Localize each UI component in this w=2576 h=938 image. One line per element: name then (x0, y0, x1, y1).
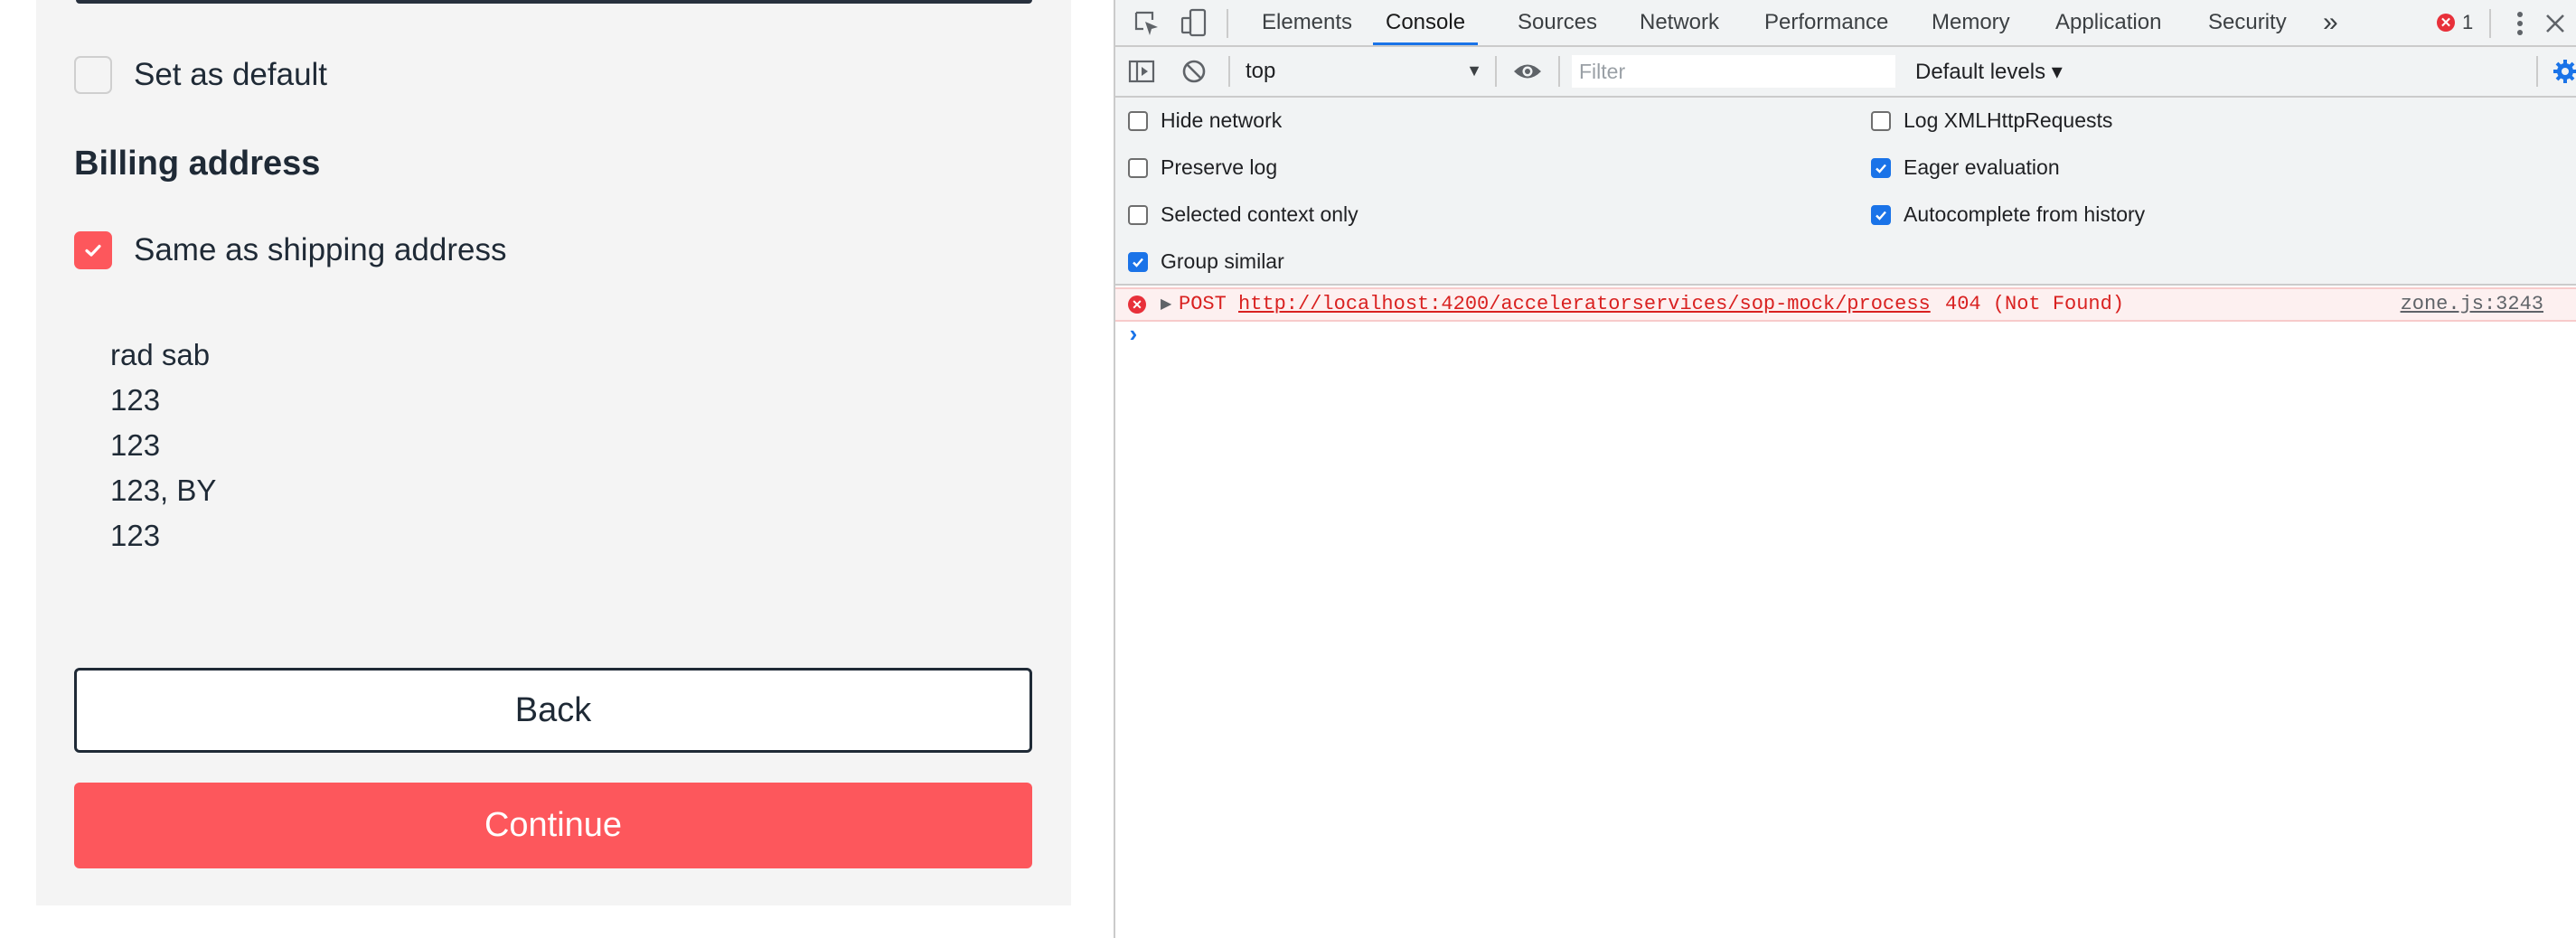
log-xhr-checkbox[interactable] (1871, 110, 1891, 131)
error-status: 404 (Not Found) (1945, 293, 2125, 315)
tab-application[interactable]: Application (2055, 0, 2161, 45)
toolbar-separator (2536, 56, 2538, 87)
back-button[interactable]: Back (74, 668, 1032, 753)
expand-triangle-icon[interactable]: ▶ (1161, 295, 1171, 313)
filter-input[interactable] (1572, 55, 1895, 88)
show-sidebar-icon[interactable] (1126, 56, 1157, 87)
close-icon[interactable] (2542, 11, 2569, 36)
same-as-shipping-checkbox[interactable] (74, 231, 112, 269)
console-prompt[interactable]: › (1126, 322, 1141, 349)
checkout-pane: Set as default Billing address Same as s… (0, 0, 1114, 938)
eager-evaluation-option[interactable]: Eager evaluation (1871, 155, 2060, 180)
error-count: 1 (2462, 11, 2474, 33)
device-toolbar-icon[interactable] (1179, 7, 1209, 40)
selected-context-only-option[interactable]: Selected context only (1128, 202, 1359, 227)
toolbar-separator (1228, 56, 1230, 87)
address-line: 123 (110, 519, 161, 552)
console-settings-gear-icon[interactable] (2552, 58, 2576, 85)
set-default-checkbox[interactable] (74, 56, 112, 94)
error-icon: ✕ (1128, 295, 1146, 314)
selected-context-only-checkbox[interactable] (1128, 204, 1148, 225)
context-value: top (1246, 59, 1276, 83)
previous-input-bottom-edge (76, 0, 1032, 4)
toolbar-separator (1227, 9, 1228, 38)
autocomplete-option[interactable]: Autocomplete from history (1871, 202, 2145, 227)
address-line: 123, BY (110, 474, 217, 507)
checkmark-icon (1876, 164, 1886, 174)
tab-memory[interactable]: Memory (1932, 0, 2010, 45)
autocomplete-label: Autocomplete from history (1904, 202, 2146, 226)
group-similar-label: Group similar (1161, 249, 1284, 273)
error-icon: ✕ (2437, 14, 2455, 32)
tab-console[interactable]: Console (1373, 0, 1479, 45)
eager-evaluation-label: Eager evaluation (1904, 155, 2060, 179)
inspect-element-icon[interactable] (1132, 9, 1162, 38)
checkmark-icon (85, 244, 101, 257)
active-tab-indicator (1373, 42, 1479, 45)
group-similar-option[interactable]: Group similar (1128, 249, 1284, 274)
error-url-link[interactable]: http://localhost:4200/acceleratorservice… (1238, 293, 1931, 315)
tab-security[interactable]: Security (2208, 0, 2287, 45)
error-method: POST (1179, 293, 1227, 315)
console-error-message[interactable]: ✕ ▶ POST http://localhost:4200/accelerat… (1115, 287, 2576, 322)
hide-network-option[interactable]: Hide network (1128, 108, 1282, 133)
kebab-menu-icon[interactable] (2507, 9, 2533, 38)
live-expression-eye-icon[interactable] (1509, 58, 1546, 85)
tab-sources[interactable]: Sources (1518, 0, 1597, 45)
tab-console-label: Console (1386, 10, 1466, 34)
continue-button[interactable]: Continue (74, 783, 1032, 868)
log-levels-dropdown[interactable]: Default levels ▾ (1915, 54, 2063, 89)
set-default-label: Set as default (134, 57, 328, 92)
log-xhr-option[interactable]: Log XMLHttpRequests (1871, 108, 2112, 133)
error-counter[interactable]: ✕ 1 (2437, 0, 2473, 45)
billing-address-heading: Billing address (74, 145, 321, 183)
address-line: rad sab (110, 338, 211, 371)
clear-console-icon[interactable] (1179, 56, 1209, 87)
console-toolbar: top ▼ Default levels ▾ (1115, 47, 2576, 98)
selected-context-only-label: Selected context only (1161, 202, 1359, 226)
dropdown-arrow-icon: ▼ (1466, 61, 1482, 80)
same-as-shipping-label: Same as shipping address (134, 232, 507, 267)
checkmark-icon (1133, 258, 1143, 267)
context-selector[interactable]: top ▼ (1246, 54, 1490, 89)
checkmark-icon (1876, 211, 1886, 220)
error-source-link[interactable]: zone.js:3243 (2401, 293, 2543, 315)
toolbar-separator (1495, 56, 1497, 87)
hide-network-label: Hide network (1161, 108, 1283, 132)
hide-network-checkbox[interactable] (1128, 110, 1148, 131)
tab-network[interactable]: Network (1640, 0, 1719, 45)
devtools-panel: Elements Console Sources Network Perform… (1114, 0, 2576, 938)
autocomplete-checkbox[interactable] (1871, 204, 1891, 225)
tab-performance[interactable]: Performance (1764, 0, 1888, 45)
devtools-tab-bar: Elements Console Sources Network Perform… (1115, 0, 2576, 47)
log-xhr-label: Log XMLHttpRequests (1904, 108, 2113, 132)
eager-evaluation-checkbox[interactable] (1871, 157, 1891, 178)
set-default-row[interactable]: Set as default (74, 56, 327, 94)
toolbar-separator (2489, 9, 2491, 38)
address-line: 123 (110, 383, 161, 417)
same-as-shipping-row[interactable]: Same as shipping address (74, 231, 506, 269)
address-line: 123 (110, 428, 161, 462)
toolbar-separator (1558, 56, 1560, 87)
preserve-log-checkbox[interactable] (1128, 157, 1148, 178)
group-similar-checkbox[interactable] (1128, 251, 1148, 272)
more-tabs-icon[interactable]: » (2323, 0, 2338, 45)
preserve-log-label: Preserve log (1161, 155, 1278, 179)
tab-elements[interactable]: Elements (1262, 0, 1352, 45)
console-settings-panel: Hide network Preserve log Selected conte… (1115, 98, 2576, 286)
preserve-log-option[interactable]: Preserve log (1128, 155, 1277, 180)
billing-address-block: rad sab 123 123 123, BY 123 (110, 333, 216, 558)
